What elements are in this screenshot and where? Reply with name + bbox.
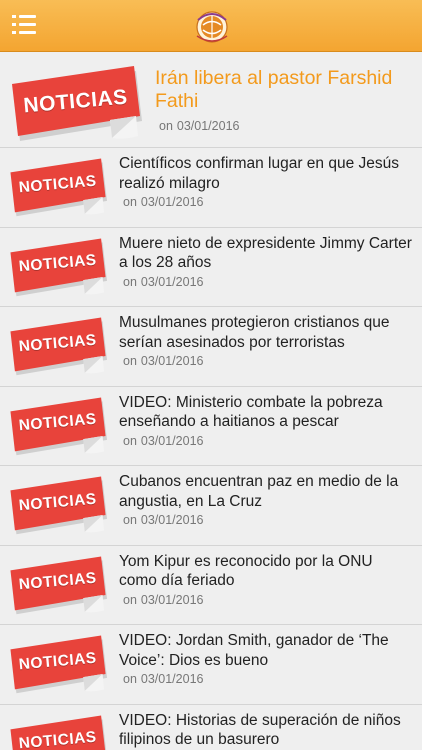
date-prefix: on [123,354,137,368]
menu-line [19,31,36,34]
news-date: on 03/01/2016 [159,119,239,133]
news-title[interactable]: Cubanos encuentran paz en medio de la an… [119,472,414,511]
news-item[interactable]: NOTICIAS VIDEO: Historias de superación d… [0,705,422,750]
date-value: 03/01/2016 [140,354,204,368]
noticias-badge: NOTICIAS [6,64,146,142]
date-value: 03/01/2016 [140,195,204,209]
menu-line [19,23,36,26]
noticias-badge: NOTICIAS [6,396,110,456]
globe-logo-icon[interactable] [193,6,231,46]
news-title[interactable]: Yom Kipur es reconocido por la ONU como … [119,552,414,591]
news-title[interactable]: Irán libera al pastor Farshid Fathi [155,67,414,113]
news-date: on 03/01/2016 [123,275,203,289]
date-prefix: on [123,672,137,686]
news-list: NOTICIAS Irán libera al pastor Farshid Fa… [0,57,422,750]
news-title[interactable]: VIDEO: Ministerio combate la pobreza ens… [119,393,414,432]
news-title[interactable]: Muere nieto de expresidente Jimmy Carter… [119,234,414,273]
menu-icon[interactable] [12,15,36,35]
news-item[interactable]: NOTICIAS Musulmanes protegieron cristiano… [0,307,422,387]
news-title[interactable]: Científicos confirman lugar en que Jesús… [119,154,414,193]
news-date: on 03/01/2016 [123,434,203,448]
menu-dot [12,31,16,34]
news-date: on 03/01/2016 [123,354,203,368]
news-title[interactable]: VIDEO: Historias de superación de niños … [119,711,414,750]
noticias-badge: NOTICIAS [6,157,110,217]
noticias-badge: NOTICIAS [6,555,110,615]
news-item[interactable]: NOTICIAS Muere nieto de expresidente Jimm… [0,228,422,307]
date-prefix: on [123,592,137,607]
date-value: 03/01/2016 [140,274,204,289]
featured-news-item[interactable]: NOTICIAS Irán libera al pastor Farshid Fa… [0,57,422,148]
menu-line [19,15,36,18]
noticias-badge: NOTICIAS [6,237,110,297]
news-item[interactable]: NOTICIAS VIDEO: Jordan Smith, ganador de … [0,625,422,705]
noticias-badge: NOTICIAS [6,634,110,694]
date-value: 03/01/2016 [140,433,204,448]
noticias-badge: NOTICIAS [6,475,110,535]
news-item[interactable]: NOTICIAS Yom Kipur es reconocido por la O… [0,546,422,625]
date-prefix: on [123,274,137,289]
news-item[interactable]: NOTICIAS Cubanos encuentran paz en medio … [0,466,422,546]
date-prefix: on [123,513,137,527]
date-value: 03/01/2016 [140,513,204,527]
news-item[interactable]: NOTICIAS Científicos confirman lugar en q… [0,148,422,228]
menu-dot [12,23,16,26]
noticias-badge: NOTICIAS [6,316,110,376]
news-title[interactable]: VIDEO: Jordan Smith, ganador de ‘The Voi… [119,631,414,670]
app-header [0,0,422,52]
news-title[interactable]: Musulmanes protegieron cristianos que se… [119,313,414,352]
date-prefix: on [123,195,137,209]
date-value: 03/01/2016 [176,119,240,133]
noticias-badge: NOTICIAS [6,714,110,750]
news-date: on 03/01/2016 [123,593,203,607]
date-prefix: on [159,119,173,133]
news-date: on 03/01/2016 [123,672,203,686]
news-date: on 03/01/2016 [123,513,203,527]
date-value: 03/01/2016 [140,672,204,686]
date-prefix: on [123,433,137,448]
news-item[interactable]: NOTICIAS VIDEO: Ministerio combate la pob… [0,387,422,466]
news-date: on 03/01/2016 [123,195,203,209]
menu-dot [12,15,16,18]
date-value: 03/01/2016 [140,592,204,607]
